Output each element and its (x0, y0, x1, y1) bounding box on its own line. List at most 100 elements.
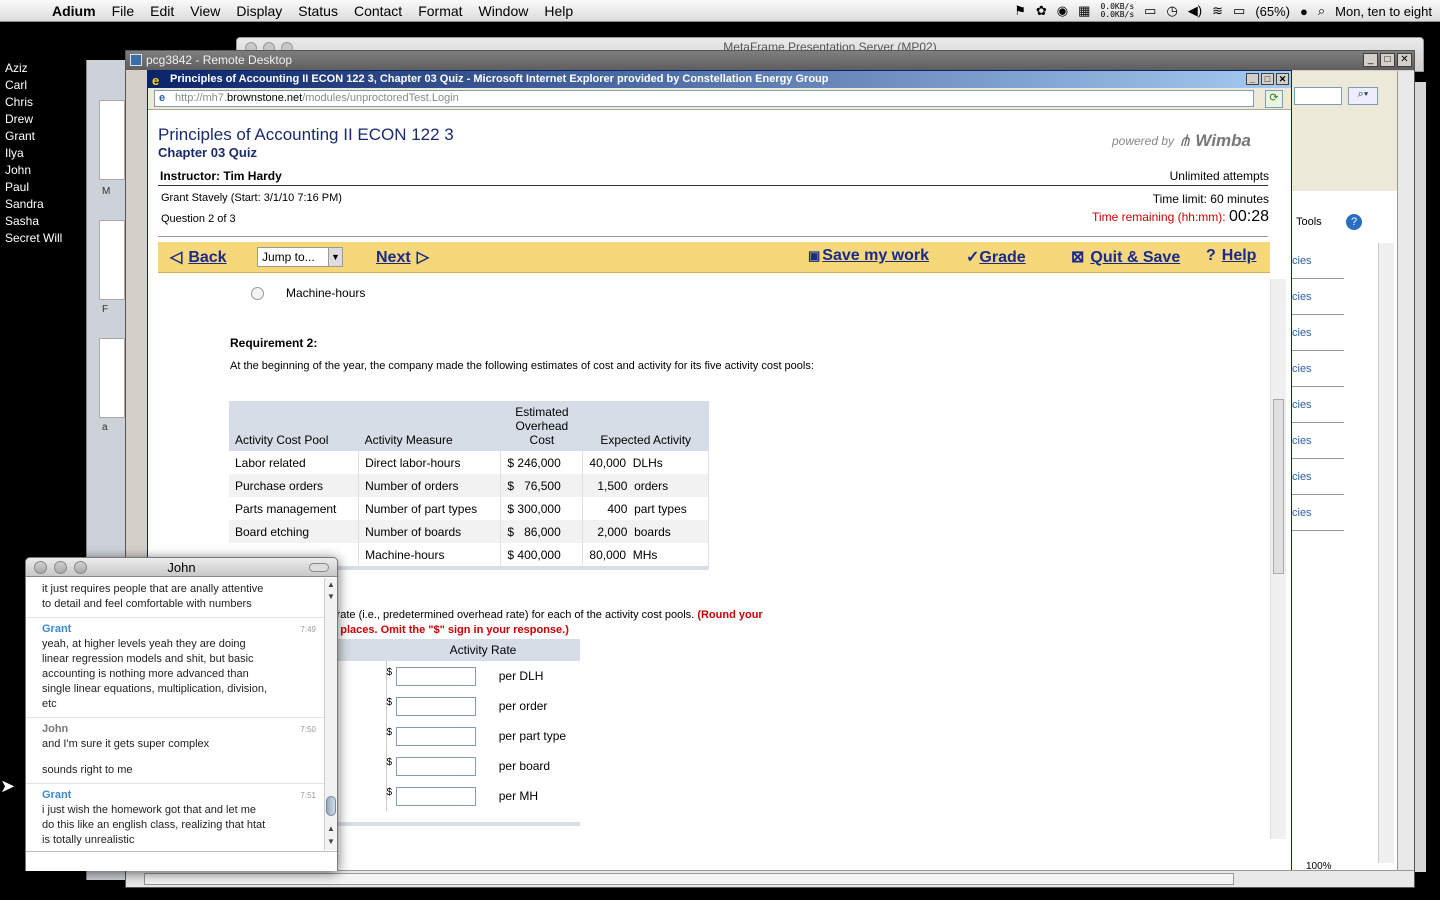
search-icon[interactable]: ⌕▾ (1348, 87, 1378, 105)
rdp-horizontal-scrollbar[interactable] (126, 870, 1414, 887)
link-item[interactable]: cies (1292, 279, 1344, 315)
link-item[interactable]: cies (1292, 315, 1344, 351)
help-button[interactable]: ? Help (1206, 247, 1256, 265)
help-icon[interactable]: ? (1346, 214, 1362, 230)
menu-edit[interactable]: Edit (142, 3, 182, 19)
buddy-item[interactable]: Carl (5, 77, 85, 94)
buddy-item[interactable]: Aziz (5, 60, 85, 77)
time-remaining-value: 00:28 (1228, 208, 1269, 225)
address-field[interactable]: e http://mh7.brownstone.net/modules/unpro… (154, 90, 1254, 107)
menu-app[interactable]: Adium (44, 3, 104, 19)
battery-percent[interactable]: (65%) (1255, 4, 1290, 19)
table-row: Parts management Number of part types $ … (229, 497, 709, 520)
rdp-titlebar[interactable]: pcg3842 - Remote Desktop _ □ ✕ (126, 51, 1414, 70)
menu-window[interactable]: Window (471, 3, 537, 19)
chevron-down-icon: ▼ (328, 248, 342, 266)
menu-file[interactable]: File (104, 3, 143, 19)
rate-input-part-type[interactable] (396, 726, 476, 746)
table-cell: 80,000 MHs (582, 543, 709, 566)
currency-symbol: $ (386, 787, 393, 798)
status-flag-icon[interactable]: ⚑ (1014, 3, 1026, 19)
user-icon[interactable]: ● (1300, 4, 1308, 19)
close-button[interactable]: ✕ (1397, 53, 1412, 67)
menubar-clock[interactable]: Mon, ten to eight (1335, 4, 1432, 19)
scroll-thumb[interactable] (144, 873, 1234, 885)
scroll-up-icon[interactable]: ▲ (327, 580, 335, 589)
back-button[interactable]: ◁ Back (170, 247, 227, 267)
buddy-item[interactable]: John (5, 162, 85, 179)
buddy-item[interactable]: Secret Will (5, 230, 85, 247)
grade-button[interactable]: ✓Grade (966, 247, 1026, 267)
jump-to-select[interactable]: Jump to... ▼ (257, 247, 343, 267)
table-row: Labor related Direct labor-hours $ 246,0… (229, 451, 709, 474)
refresh-icon[interactable]: ⟳ (1265, 90, 1283, 108)
buddy-item[interactable]: Sandra (5, 196, 85, 213)
table-cell: $ 400,000 (500, 543, 584, 566)
buddy-item[interactable]: Grant (5, 128, 85, 145)
link-item[interactable]: cies (1292, 423, 1344, 459)
buddy-item[interactable]: Sasha (5, 213, 85, 230)
save-work-button[interactable]: ▣ Save my work (808, 247, 929, 265)
link-item[interactable]: cies (1292, 387, 1344, 423)
chat-scrollbar[interactable]: ▲ ▼ ▲ ▼ (324, 578, 337, 850)
battery-icon[interactable]: ▭ (1233, 3, 1245, 19)
ie-maximize-button[interactable]: □ (1261, 73, 1274, 85)
buddy-item[interactable]: Drew (5, 111, 85, 128)
ie-close-button[interactable]: ✕ (1276, 73, 1289, 85)
paw-icon[interactable]: ✿ (1036, 3, 1047, 19)
menu-format[interactable]: Format (410, 3, 470, 19)
rate-input-board[interactable] (396, 756, 476, 776)
rate-input-dlh[interactable] (396, 666, 476, 686)
menu-contact[interactable]: Contact (346, 3, 410, 19)
inner-search-field[interactable] (1294, 87, 1342, 105)
ie-minimize-button[interactable]: _ (1246, 73, 1259, 85)
quicksilver-icon[interactable]: ◉ (1057, 3, 1068, 19)
qty-unit: MHs (632, 547, 658, 562)
scroll-down-icon[interactable]: ▼ (327, 837, 335, 846)
rdp-vertical-scrollbar[interactable] (1397, 71, 1414, 871)
message-line: is totally unrealistic (42, 834, 135, 846)
link-item[interactable]: cies (1292, 351, 1344, 387)
link-item[interactable]: cies (1292, 495, 1344, 531)
menu-display[interactable]: Display (228, 3, 290, 19)
grid-icon[interactable]: ▦ (1078, 3, 1090, 19)
buddy-item[interactable]: Chris (5, 94, 85, 111)
scroll-down-icon[interactable]: ▼ (327, 592, 335, 601)
answer-radio[interactable] (251, 287, 264, 300)
link-item[interactable]: cies (1292, 243, 1344, 279)
minimize-button[interactable]: _ (1363, 53, 1378, 67)
thumbnail[interactable] (99, 220, 125, 300)
thumbnail[interactable] (99, 100, 125, 180)
link-item[interactable]: cies (1292, 459, 1344, 495)
inner-toolbar: ⌕▾ (1292, 71, 1414, 191)
chat-titlebar[interactable]: John (26, 558, 337, 577)
maximize-button[interactable]: □ (1380, 53, 1395, 67)
inner-scrollbar[interactable] (1378, 243, 1394, 863)
thumbnail[interactable] (99, 338, 125, 418)
menu-help[interactable]: Help (536, 3, 581, 19)
buddy-item[interactable]: Ilya (5, 145, 85, 162)
quit-save-button[interactable]: ⊠ Quit & Save (1071, 247, 1180, 267)
tools-menu[interactable]: Tools (1296, 216, 1322, 228)
content-scrollbar[interactable] (1270, 279, 1286, 839)
scroll-thumb[interactable] (1273, 399, 1284, 574)
network-monitor[interactable]: 0.0KB/s 0.0KB/s (1100, 3, 1134, 19)
next-button[interactable]: Next ▷ (376, 247, 429, 267)
scroll-thumb[interactable] (326, 796, 336, 816)
wifi-icon[interactable]: ≋ (1212, 3, 1223, 19)
chat-message-input[interactable] (26, 851, 337, 871)
spotlight-search-icon[interactable]: ⌕ (1318, 3, 1325, 19)
buddy-item[interactable]: Paul (5, 179, 85, 196)
menu-view[interactable]: View (182, 3, 228, 19)
toolbar-toggle-button[interactable] (309, 563, 329, 572)
volume-icon[interactable]: ◀) (1188, 3, 1202, 19)
time-machine-icon[interactable]: ◷ (1166, 3, 1177, 19)
menu-status[interactable]: Status (290, 3, 346, 19)
scroll-up-icon[interactable]: ▲ (327, 824, 335, 833)
table-cell: Number of orders (358, 474, 502, 497)
rate-input-mh[interactable] (396, 786, 476, 806)
memory-icon[interactable]: ▭ (1144, 3, 1156, 19)
rate-input-order[interactable] (396, 696, 476, 716)
ie-titlebar[interactable]: e Principles of Accounting II ECON 122 3… (148, 71, 1291, 88)
time-limit: Time limit: 60 minutes (1152, 192, 1269, 206)
